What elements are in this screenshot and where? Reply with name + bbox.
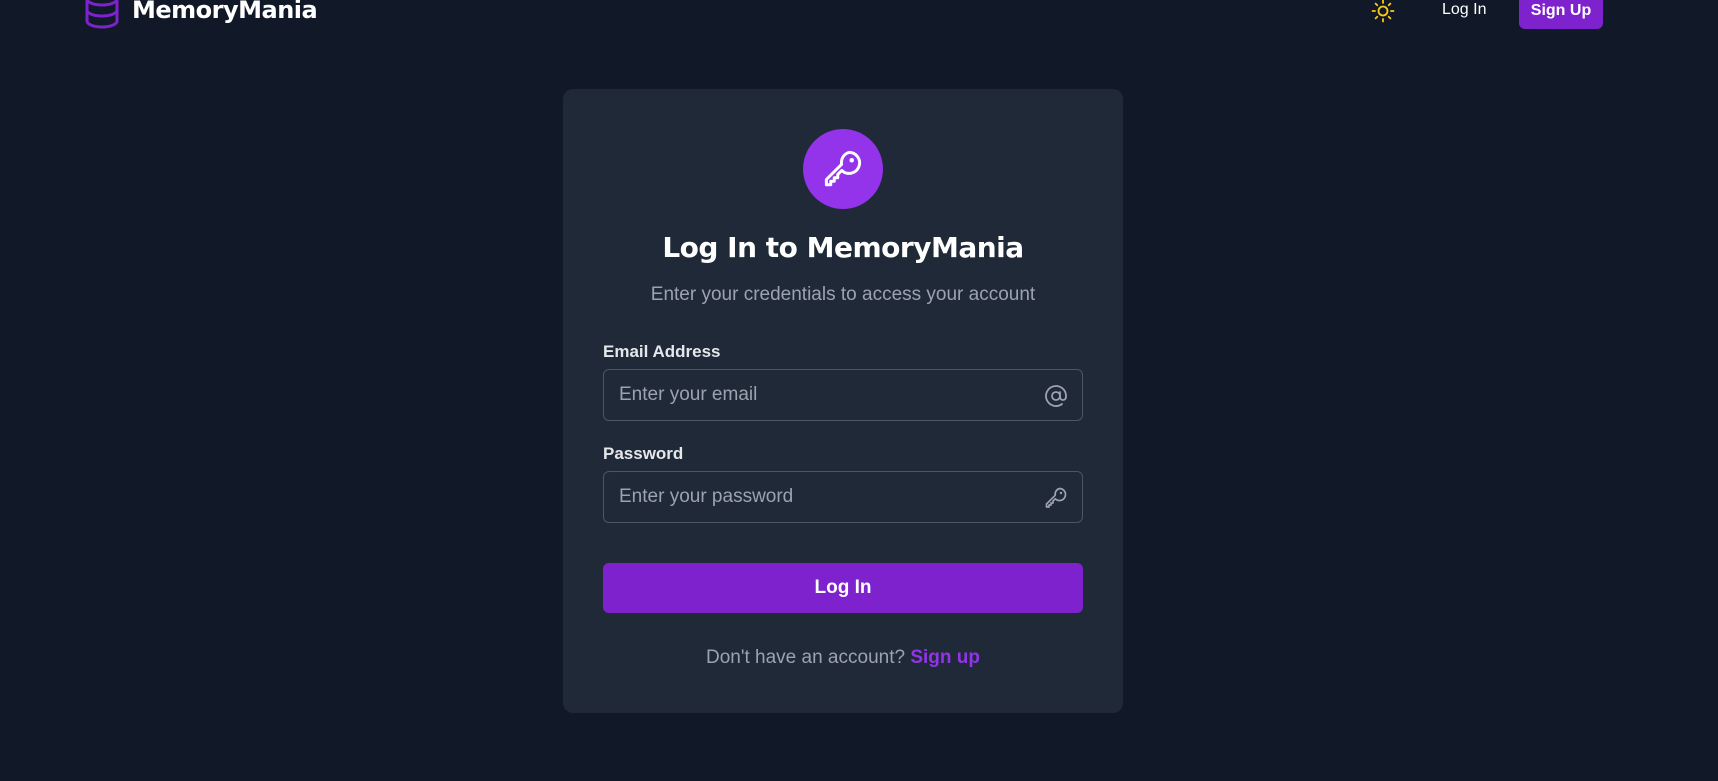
top-navbar: MemoryMania Log In Sign Up: [0, 0, 1718, 40]
theme-toggle-button[interactable]: [1370, 0, 1396, 23]
key-icon: [824, 150, 862, 187]
login-submit-button[interactable]: Log In: [603, 563, 1083, 613]
login-card: Log In to MemoryMania Enter your credent…: [563, 89, 1123, 713]
at-sign-icon: [1045, 385, 1067, 407]
sun-icon: [1371, 0, 1395, 23]
card-badge: [803, 129, 883, 209]
email-field-container: [603, 369, 1083, 421]
brand-name: MemoryMania: [132, 0, 318, 24]
card-title: Log In to MemoryMania: [662, 231, 1024, 264]
signup-link[interactable]: Sign up: [910, 647, 980, 668]
password-label: Password: [603, 444, 684, 463]
nav-signup-button[interactable]: Sign Up: [1519, 0, 1603, 29]
database-icon: [85, 0, 119, 29]
password-field-container: [603, 471, 1083, 523]
key-icon: [1045, 487, 1067, 508]
signup-prompt-text: Don't have an account?: [706, 647, 906, 668]
nav-login-link[interactable]: Log In: [1428, 0, 1500, 22]
card-subtitle: Enter your credentials to access your ac…: [650, 284, 1036, 305]
email-input[interactable]: [604, 370, 1082, 420]
password-input[interactable]: [604, 472, 1082, 522]
signup-prompt-row: Don't have an account? Sign up: [563, 647, 1123, 669]
email-label: Email Address: [603, 342, 721, 361]
brand-logo-link[interactable]: MemoryMania: [84, 0, 318, 30]
